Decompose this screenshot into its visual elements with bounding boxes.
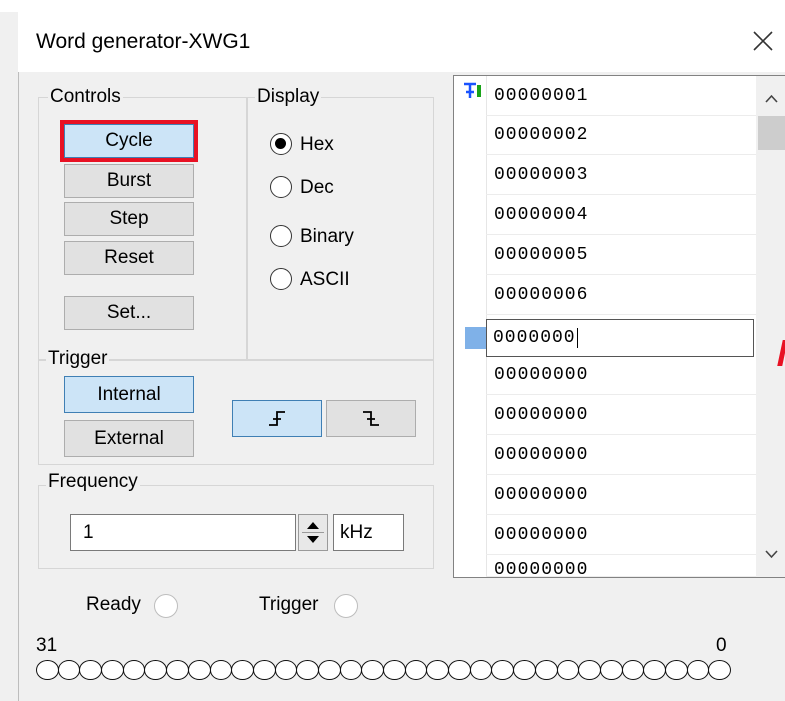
bit-led xyxy=(664,660,688,680)
frequency-unit: kHz xyxy=(340,522,373,543)
bit-led xyxy=(383,660,406,680)
bit-led xyxy=(469,660,493,680)
bit-led xyxy=(686,660,710,680)
close-button[interactable] xyxy=(748,26,778,56)
bit-led xyxy=(36,660,59,680)
chevron-up-icon xyxy=(765,94,778,103)
bit-led xyxy=(144,660,168,680)
display-label: Display xyxy=(255,86,322,108)
trigger-indicator xyxy=(334,594,358,618)
word-row[interactable]: 00000000 xyxy=(486,475,756,515)
word-row[interactable]: 00000001 xyxy=(486,76,756,116)
bit-led xyxy=(274,660,298,680)
falling-edge-icon xyxy=(363,411,379,426)
bit-led xyxy=(621,660,645,680)
bit-led xyxy=(513,660,536,680)
frequency-input[interactable]: 1 xyxy=(70,514,296,551)
bit-led xyxy=(122,660,146,680)
bit-led xyxy=(643,660,666,680)
binary-radio[interactable] xyxy=(270,225,292,247)
ascii-radio[interactable] xyxy=(270,268,292,290)
ready-indicator xyxy=(154,594,178,618)
word-edit-field[interactable]: 0000000 xyxy=(486,319,754,357)
bit-led xyxy=(252,660,276,680)
spin-up-down-icon xyxy=(302,522,324,543)
bit-led xyxy=(708,660,731,680)
text-caret xyxy=(576,328,578,348)
dec-radio[interactable] xyxy=(270,176,292,198)
hex-radio[interactable] xyxy=(270,133,292,155)
falling-edge-button[interactable] xyxy=(326,400,416,437)
close-icon xyxy=(753,31,773,51)
word-row[interactable]: 00000005 xyxy=(486,235,756,275)
internal-trigger-button[interactable]: Internal xyxy=(64,376,194,413)
word-edit-value: 0000000 xyxy=(493,328,576,348)
chevron-down-icon xyxy=(765,550,778,559)
scroll-down-button[interactable] xyxy=(758,544,785,564)
word-row[interactable]: 00000000 xyxy=(486,515,756,555)
bit-led xyxy=(317,660,341,680)
breakpoint-marker xyxy=(465,327,486,349)
bit-led xyxy=(187,660,211,680)
bit-led xyxy=(578,660,601,680)
msb-label: 31 xyxy=(36,635,58,656)
bit-led xyxy=(404,660,428,680)
step-button[interactable]: Step xyxy=(64,202,194,236)
scroll-up-button[interactable] xyxy=(758,88,785,108)
bit-indicators xyxy=(36,660,731,682)
frequency-value: 1 xyxy=(83,522,94,543)
scrollbar-thumb[interactable] xyxy=(758,116,785,150)
word-row[interactable]: 00000006 xyxy=(486,275,756,315)
binary-label: Binary xyxy=(300,226,354,247)
cursor-marker-icon xyxy=(462,82,484,100)
ready-label: Ready xyxy=(86,594,141,615)
lsb-label: 0 xyxy=(716,635,727,656)
bit-led xyxy=(426,660,450,680)
bit-led xyxy=(79,660,103,680)
window-title: Word generator-XWG1 xyxy=(36,30,251,53)
hex-label: Hex xyxy=(300,134,334,155)
frequency-spinner[interactable] xyxy=(298,514,328,551)
rising-edge-icon xyxy=(269,411,285,426)
bit-led xyxy=(599,660,623,680)
bit-led xyxy=(57,660,81,680)
bit-led xyxy=(339,660,363,680)
trigger-label: Trigger xyxy=(46,348,110,370)
word-row[interactable]: 00000000 xyxy=(486,555,756,577)
bit-led xyxy=(491,660,515,680)
bit-led xyxy=(209,660,233,680)
rising-edge-button[interactable] xyxy=(232,400,322,437)
external-trigger-button[interactable]: External xyxy=(64,420,194,457)
reset-button[interactable]: Reset xyxy=(64,241,194,275)
trigger-status-label: Trigger xyxy=(259,594,319,615)
bit-led xyxy=(101,660,124,680)
bit-led xyxy=(448,660,471,680)
bit-led xyxy=(166,660,189,680)
burst-button[interactable]: Burst xyxy=(64,164,194,198)
frequency-unit-select[interactable]: kHz xyxy=(333,514,404,551)
word-row[interactable]: 00000000 xyxy=(486,435,756,475)
controls-label: Controls xyxy=(48,86,123,108)
word-row[interactable]: 00000000 xyxy=(486,395,756,435)
cycle-button[interactable]: Cycle xyxy=(60,120,198,162)
bit-led xyxy=(556,660,580,680)
word-row[interactable]: 00000004 xyxy=(486,195,756,235)
word-row[interactable]: 00000003 xyxy=(486,155,756,195)
word-row[interactable]: 00000002 xyxy=(486,115,756,155)
ascii-label: ASCII xyxy=(300,269,350,290)
word-row[interactable]: 00000000 xyxy=(486,355,756,395)
vertical-scrollbar[interactable] xyxy=(756,76,785,577)
bit-led xyxy=(534,660,558,680)
bit-led xyxy=(231,660,254,680)
background-strip xyxy=(0,0,785,12)
bit-led xyxy=(296,660,319,680)
set-button[interactable]: Set... xyxy=(64,296,194,330)
frequency-label: Frequency xyxy=(46,471,140,493)
bit-led xyxy=(361,660,384,680)
dec-label: Dec xyxy=(300,177,334,198)
